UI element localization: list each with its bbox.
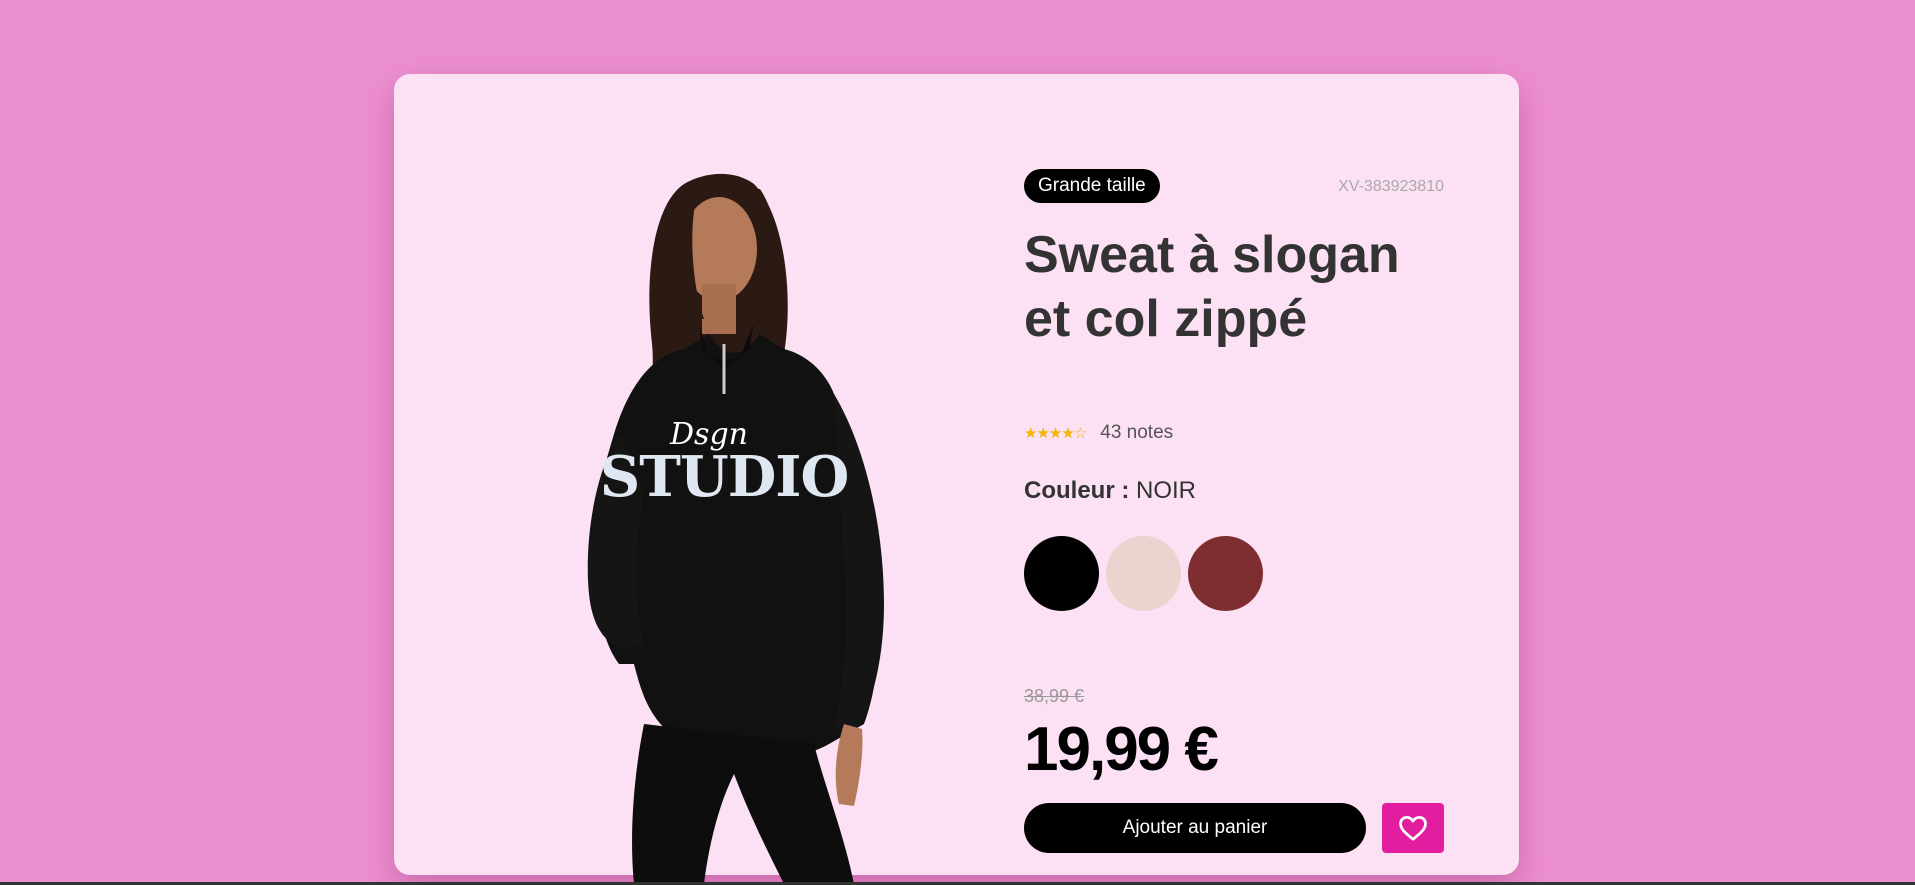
add-to-cart-button[interactable]: Ajouter au panier: [1024, 803, 1366, 853]
rating-count: 43 notes: [1100, 422, 1174, 443]
product-image: Dsgn STUDIO: [534, 144, 914, 884]
wishlist-button[interactable]: [1382, 803, 1444, 853]
rating: ★★★★☆ 43 notes: [1024, 422, 1173, 444]
color-swatch-black[interactable]: [1024, 536, 1099, 611]
color-swatches: [1024, 536, 1263, 611]
star-rating-icon: ★★★★☆: [1024, 425, 1087, 442]
color-label-title: Couleur :: [1024, 477, 1130, 504]
color-swatch-blush[interactable]: [1106, 536, 1181, 611]
selected-color: NOIR: [1136, 477, 1196, 504]
size-badge: Grande taille: [1024, 169, 1160, 203]
product-card: Dsgn STUDIO Grande taille XV-383923810 S…: [394, 74, 1519, 884]
color-swatch-burgundy[interactable]: [1188, 536, 1263, 611]
product-sku: XV-383923810: [1338, 178, 1444, 195]
color-label: Couleur : NOIR: [1024, 477, 1196, 505]
current-price: 19,99 €: [1024, 715, 1219, 784]
heart-icon: [1399, 816, 1427, 841]
product-title: Sweat à slogan et col zippé: [1024, 226, 1400, 348]
sweatshirt-print-main: STUDIO: [600, 444, 849, 510]
old-price: 38,99 €: [1024, 686, 1085, 706]
